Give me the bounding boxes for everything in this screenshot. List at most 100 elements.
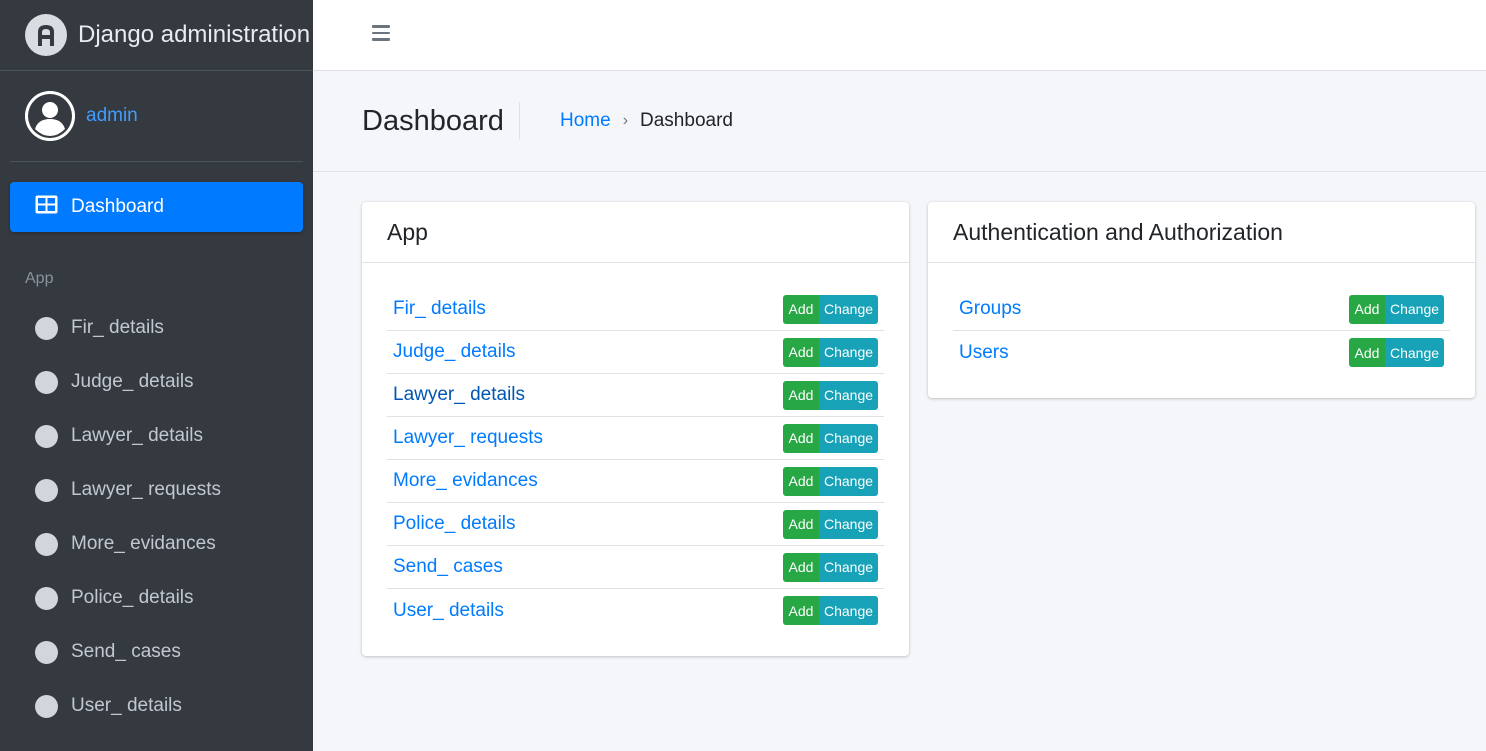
row-actions: Add Change: [1349, 294, 1444, 324]
title-divider: [519, 102, 520, 140]
card-header: Authentication and Authorization: [928, 202, 1475, 263]
add-button[interactable]: Add: [783, 509, 819, 539]
row-actions: Add Change: [783, 337, 878, 367]
card-header: App: [362, 202, 909, 263]
row-actions: Add Change: [783, 509, 878, 539]
brand-link[interactable]: Django administration: [0, 0, 313, 71]
model-link-judge-details[interactable]: Judge_ details: [387, 341, 516, 363]
sidebar-item-label: Police_ details: [71, 587, 194, 608]
row-actions: Add Change: [783, 423, 878, 453]
table-row: User_ details Add Change: [387, 589, 884, 632]
table-row: More_ evidances Add Change: [387, 460, 884, 503]
sidebar: Django administration admin Dashboard Ap…: [0, 0, 313, 751]
change-button[interactable]: Change: [819, 509, 878, 539]
app-card: App Fir_ details Add Change Judge_ detai…: [362, 202, 909, 656]
add-button[interactable]: Add: [783, 380, 819, 410]
circle-icon: [35, 478, 58, 502]
sidebar-item-lawyer-requests[interactable]: Lawyer_ requests: [10, 468, 303, 512]
card-title: App: [387, 218, 428, 245]
sidebar-item-label: Lawyer_ requests: [71, 479, 221, 500]
table-row: Fir_ details Add Change: [387, 288, 884, 331]
model-link-lawyer-requests[interactable]: Lawyer_ requests: [387, 427, 543, 449]
user-name-link[interactable]: admin: [86, 105, 138, 127]
circle-icon: [35, 532, 58, 556]
breadcrumb: Home › Dashboard: [560, 110, 733, 132]
grid-icon: [35, 195, 58, 219]
change-button[interactable]: Change: [819, 596, 878, 625]
sidebar-item-fir-details[interactable]: Fir_ details: [10, 306, 303, 350]
breadcrumb-current: Dashboard: [640, 110, 733, 131]
sidebar-item-label: Fir_ details: [71, 317, 164, 338]
model-link-users[interactable]: Users: [953, 342, 1009, 364]
add-button[interactable]: Add: [783, 337, 819, 367]
change-button[interactable]: Change: [819, 423, 878, 453]
model-link-groups[interactable]: Groups: [953, 298, 1021, 320]
table-row: Lawyer_ details Add Change: [387, 374, 884, 417]
sidebar-item-more-evidances[interactable]: More_ evidances: [10, 522, 303, 566]
model-link-send-cases[interactable]: Send_ cases: [387, 556, 503, 578]
sidebar-item-label: Dashboard: [71, 196, 164, 217]
circle-icon: [35, 640, 58, 664]
top-navbar: [313, 0, 1486, 71]
user-avatar-icon: [25, 91, 75, 141]
change-button[interactable]: Change: [819, 552, 878, 582]
breadcrumb-home-link[interactable]: Home: [560, 110, 611, 132]
add-button[interactable]: Add: [783, 552, 819, 582]
change-button[interactable]: Change: [1385, 294, 1444, 324]
table-row: Police_ details Add Change: [387, 503, 884, 546]
sidebar-item-lawyer-details[interactable]: Lawyer_ details: [10, 414, 303, 458]
django-logo-icon: [25, 14, 67, 56]
page-title: Dashboard: [362, 105, 504, 137]
sidebar-item-dashboard[interactable]: Dashboard: [10, 182, 303, 232]
add-button[interactable]: Add: [783, 423, 819, 453]
change-button[interactable]: Change: [819, 380, 878, 410]
breadcrumb-separator: ›: [622, 112, 629, 129]
user-panel: admin: [10, 71, 303, 162]
row-actions: Add Change: [783, 552, 878, 582]
circle-icon: [35, 424, 58, 448]
model-link-user-details[interactable]: User_ details: [387, 600, 504, 622]
row-actions: Add Change: [783, 466, 878, 496]
sidebar-item-label: User_ details: [71, 695, 182, 716]
change-button[interactable]: Change: [819, 466, 878, 496]
auth-card: Authentication and Authorization Groups …: [928, 202, 1475, 398]
sidebar-item-user-details[interactable]: User_ details: [10, 684, 303, 728]
add-button[interactable]: Add: [1349, 338, 1385, 367]
row-actions: Add Change: [783, 294, 878, 324]
change-button[interactable]: Change: [1385, 338, 1444, 367]
sidebar-section-header: App: [25, 270, 54, 287]
circle-icon: [35, 370, 58, 394]
sidebar-item-label: Send_ cases: [71, 641, 181, 662]
card-title: Authentication and Authorization: [953, 218, 1283, 245]
model-link-lawyer-details[interactable]: Lawyer_ details: [387, 384, 525, 406]
row-actions: Add Change: [783, 380, 878, 410]
table-row: Judge_ details Add Change: [387, 331, 884, 374]
row-actions: Add Change: [1349, 338, 1444, 367]
sidebar-item-judge-details[interactable]: Judge_ details: [10, 360, 303, 404]
circle-icon: [35, 586, 58, 610]
change-button[interactable]: Change: [819, 337, 878, 367]
row-actions: Add Change: [783, 596, 878, 625]
model-link-police-details[interactable]: Police_ details: [387, 513, 516, 535]
content-header: Dashboard Home › Dashboard: [313, 71, 1486, 172]
hamburger-icon[interactable]: [372, 25, 390, 43]
add-button[interactable]: Add: [783, 294, 819, 324]
sidebar-item-label: Lawyer_ details: [71, 425, 204, 446]
table-row: Lawyer_ requests Add Change: [387, 417, 884, 460]
add-button[interactable]: Add: [783, 596, 819, 625]
add-button[interactable]: Add: [783, 466, 819, 496]
circle-icon: [35, 694, 58, 718]
model-link-fir-details[interactable]: Fir_ details: [387, 298, 486, 320]
sidebar-item-label: Judge_ details: [71, 371, 194, 392]
model-link-more-evidances[interactable]: More_ evidances: [387, 470, 538, 492]
add-button[interactable]: Add: [1349, 294, 1385, 324]
circle-icon: [35, 316, 58, 340]
sidebar-item-send-cases[interactable]: Send_ cases: [10, 630, 303, 674]
change-button[interactable]: Change: [819, 294, 878, 324]
sidebar-item-police-details[interactable]: Police_ details: [10, 576, 303, 620]
table-row: Send_ cases Add Change: [387, 546, 884, 589]
sidebar-item-label: More_ evidances: [71, 533, 216, 554]
table-row: Groups Add Change: [953, 288, 1450, 331]
table-row: Users Add Change: [953, 331, 1450, 374]
brand-title: Django administration: [78, 21, 311, 48]
